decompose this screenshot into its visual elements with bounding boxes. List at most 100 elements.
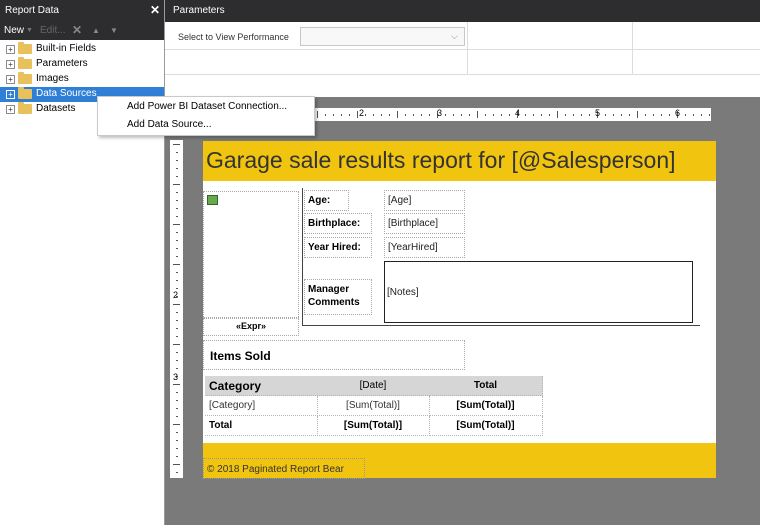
year-hired-label-box[interactable]: Year Hired: (304, 237, 372, 258)
ruler-tick (685, 114, 686, 116)
ruler-tick (613, 114, 614, 116)
expand-icon[interactable]: + (6, 90, 15, 99)
age-value: [Age] (388, 195, 412, 206)
footer-text: © 2018 Paginated Report Bear (207, 464, 344, 475)
ruler-tick (501, 114, 502, 116)
ruler-tick (589, 114, 590, 116)
chevron-down-icon[interactable]: ⌵ (451, 31, 458, 42)
performance-select[interactable]: ⌵ (300, 27, 465, 46)
year-hired-value: [YearHired] (388, 242, 438, 253)
table-header-cell[interactable]: [Date] (317, 376, 430, 396)
tree-item-parameters[interactable]: + Parameters (0, 57, 164, 72)
expand-icon[interactable]: + (6, 75, 15, 84)
ruler-tick (176, 256, 178, 257)
table-header-cell[interactable]: Category (205, 376, 318, 396)
ruler-tick (341, 114, 342, 116)
age-value-box[interactable]: [Age] (384, 190, 465, 211)
expand-icon[interactable]: + (6, 60, 15, 69)
parameters-pane: Select to View Performance ⌵ (165, 22, 760, 98)
ruler-tick (176, 360, 178, 361)
param-cell (632, 49, 760, 75)
delete-icon[interactable]: ✕ (72, 23, 82, 37)
param-cell: Select to View Performance ⌵ (165, 22, 468, 50)
ruler-tick (173, 304, 180, 305)
ruler-tick (701, 114, 702, 116)
ruler-tick (176, 408, 178, 409)
folder-icon (18, 42, 32, 54)
table-header-cell[interactable]: Total (429, 376, 543, 396)
ruler-tick (176, 336, 178, 337)
manager-comments-label-box[interactable]: Manager Comments (304, 279, 372, 315)
ruler-tick (485, 114, 486, 116)
ruler-tick (565, 114, 566, 116)
expr-text: «Expr» (235, 321, 267, 331)
expand-icon[interactable]: + (6, 105, 15, 114)
param-cell (165, 49, 468, 75)
ruler-tick (173, 464, 180, 465)
year-hired-value-box[interactable]: [YearHired] (384, 237, 465, 258)
ruler-tick (445, 114, 446, 116)
ruler-tick (621, 114, 622, 116)
table-cell[interactable]: [Sum(Total)] (317, 416, 430, 436)
age-label-box[interactable]: Age: (304, 190, 349, 211)
table-cell[interactable]: [Sum(Total)] (429, 396, 543, 416)
ruler-tick (629, 114, 630, 116)
report-data-toolbar: New ▼ Edit... ✕ ▲ ▼ (0, 22, 164, 40)
birthplace-value-box[interactable]: [Birthplace] (384, 213, 465, 234)
birthplace-label: Birthplace: (308, 218, 361, 229)
expand-icon[interactable]: + (6, 45, 15, 54)
close-icon[interactable]: ✕ (150, 3, 160, 17)
age-label: Age: (308, 195, 331, 206)
notes-box[interactable]: [Notes] (384, 261, 693, 323)
ruler-label: 5 (595, 108, 601, 118)
table-cell[interactable]: [Sum(Total)] (317, 396, 430, 416)
ruler-tick (469, 114, 470, 116)
employee-image[interactable] (203, 191, 299, 319)
edit-button[interactable]: Edit... (40, 25, 66, 36)
ruler-tick (693, 114, 694, 116)
ruler-tick (173, 144, 180, 145)
report-header[interactable]: Garage sale results report for [@Salespe… (203, 141, 716, 181)
new-dropdown-icon[interactable]: ▼ (26, 27, 33, 34)
ruler-tick (661, 114, 662, 116)
ruler-tick (493, 114, 494, 116)
menu-item-add-data-source[interactable]: Add Data Source... (98, 116, 314, 134)
ruler-tick (173, 224, 180, 225)
report-canvas[interactable]: Garage sale results report for [@Salespe… (203, 141, 716, 479)
tree-item-images[interactable]: + Images (0, 72, 164, 87)
ruler-tick (176, 192, 178, 193)
ruler-tick (349, 114, 350, 116)
expr-textbox[interactable]: «Expr» (203, 317, 299, 336)
ruler-label: 2 (359, 108, 365, 118)
table-cell[interactable]: Total (205, 416, 318, 436)
ruler-tick (421, 114, 422, 116)
birthplace-label-box[interactable]: Birthplace: (304, 213, 372, 234)
ruler-tick (176, 448, 178, 449)
param-cell (467, 22, 633, 50)
table-cell[interactable]: [Category] (205, 396, 318, 416)
ruler-tick (413, 114, 414, 116)
ruler-label: 4 (515, 108, 521, 118)
tree-item-label: Data Sources (36, 88, 97, 99)
items-sold-title: Items Sold (210, 349, 271, 363)
ruler-tick (176, 320, 178, 321)
menu-item-add-power-bi-connection[interactable]: Add Power BI Dataset Connection... (98, 98, 314, 116)
new-button[interactable]: New (4, 25, 24, 36)
ruler-tick (176, 472, 178, 473)
menu-item-label: Add Power BI Dataset Connection... (127, 101, 288, 112)
move-down-icon[interactable]: ▼ (110, 26, 118, 35)
move-up-icon[interactable]: ▲ (92, 26, 100, 35)
tree-item-built-in-fields[interactable]: + Built-in Fields (0, 42, 164, 57)
table-cell[interactable]: [Sum(Total)] (429, 416, 543, 436)
ruler-tick (365, 114, 366, 116)
report-title[interactable]: Garage sale results report for [@Salespe… (206, 147, 676, 174)
report-footer[interactable]: © 2018 Paginated Report Bear (203, 443, 716, 479)
ruler-tick (405, 114, 406, 116)
footer-textbox[interactable]: © 2018 Paginated Report Bear (203, 458, 365, 479)
ruler-tick (653, 114, 654, 116)
ruler-tick (176, 216, 178, 217)
items-sold-box[interactable]: Items Sold (203, 340, 465, 370)
ruler-tick (176, 248, 178, 249)
ruler-tick (605, 114, 606, 116)
ruler-tick (176, 368, 178, 369)
